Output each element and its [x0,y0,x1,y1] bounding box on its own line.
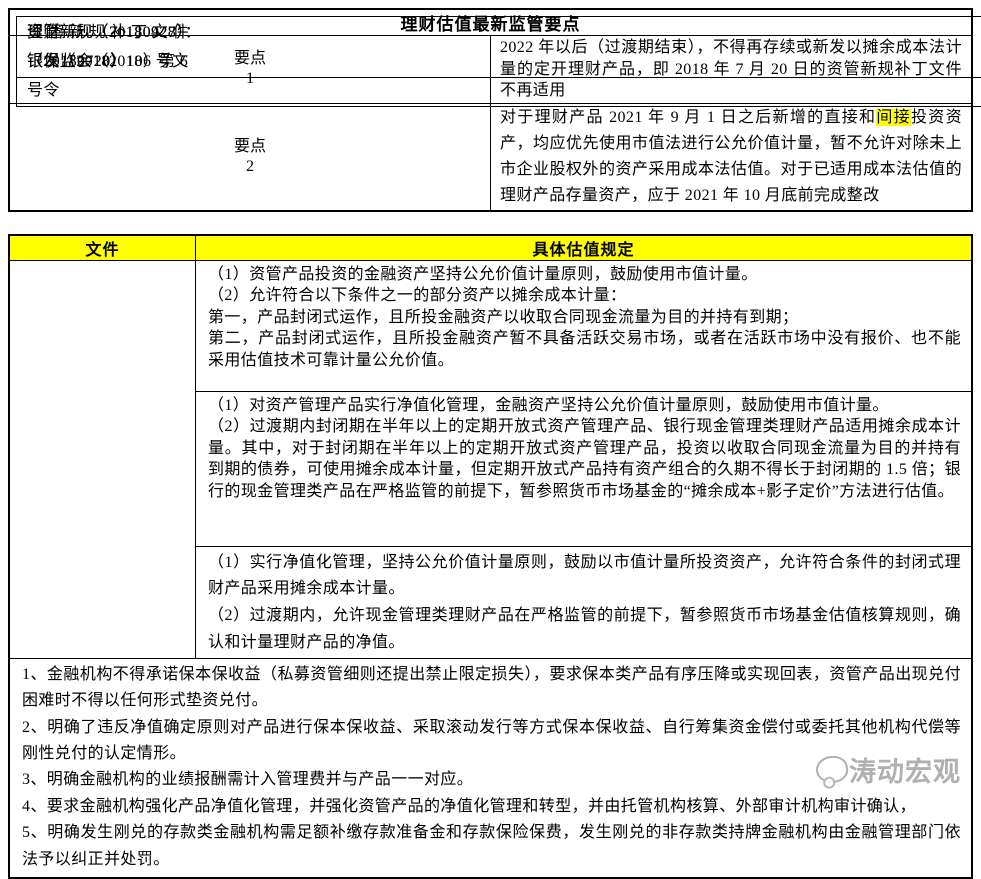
rules-lcxg: （1）实行净值化管理，坚持公允价值计量原则，鼓励以市值计量所投资资产，允许符合条… [196,546,973,658]
note-item-4: 4、要求金融机构强化产品净值化管理，并强化资管产品的净值化管理和转型，并由托管机… [22,794,961,820]
point2-label: 要点 2 [9,103,491,211]
table-row: 资 管 新 规 补 丁 文 件 （20180720） （1）对资产管理产品实行净… [9,391,972,546]
notes-section: 1、金融机构不得承诺保本保收益（私募资管细则还提出禁止限定损失），要求保本类产品… [9,658,972,878]
highlighted-term: 间接 [876,109,911,126]
note-item-3: 3、明确金融机构的业绩报酬需计入管理费并与产品一一对应。 [22,767,961,793]
table-row: 1、金融机构不得承诺保本保收益（私募资管细则还提出禁止限定损失），要求保本类产品… [9,658,972,878]
point2-text-pre: 对于理财产品 2021 年 9 月 1 日之后新增的直接和 [500,109,876,126]
table-row: 理财新规（20180928）： 银保监会（2018）第 6 号令 （1）实行净值… [9,546,972,658]
column-header-document: 文件 [9,235,196,261]
rules-zgxg: （1）资管产品投资的金融资产坚持公允价值计量原则，鼓励使用市值计量。 （2）允许… [196,260,973,391]
document: 理财估值最新监管要点 要点 1 2022 年以后（过渡期结束），不得再存续或新发… [8,8,973,879]
note-item-1: 1、金融机构不得承诺保本保收益（私募资管细则还提出禁止限定损失），要求保本类产品… [22,662,961,715]
table-header-row: 文件 具体估值规定 [9,235,972,261]
column-header-rules: 具体估值规定 [196,235,973,261]
table-row: 要点 2 对于理财产品 2021 年 9 月 1 日之后新增的直接和间接投资资产… [9,103,972,211]
rules-budding: （1）对资产管理产品实行净值化管理，金融资产坚持公允价值计量原则，鼓励使用市值计… [196,391,973,546]
table-row: 资管新规（20180427）： 银发（2018）106 号文 （1）资管产品投资… [9,260,972,391]
valuation-rules-table: 文件 具体估值规定 资管新规（20180427）： 银发（2018）106 号文… [8,234,973,879]
note-item-2: 2、明确了违反净值确定原则对产品进行保本保收益、采取滚动发行等方式保本保收益、自… [22,715,961,768]
note-item-5: 5、明确发生刚兑的存款类金融机构需足额补缴存款准备金和存款保险保费，发生刚兑的非… [22,820,961,873]
point2-text: 对于理财产品 2021 年 9 月 1 日之后新增的直接和间接投资资产，均应优先… [491,103,973,211]
document-name-lcxg: 理财新规（20180928）： 银保监会（2018）第 6 号令 [16,16,981,107]
